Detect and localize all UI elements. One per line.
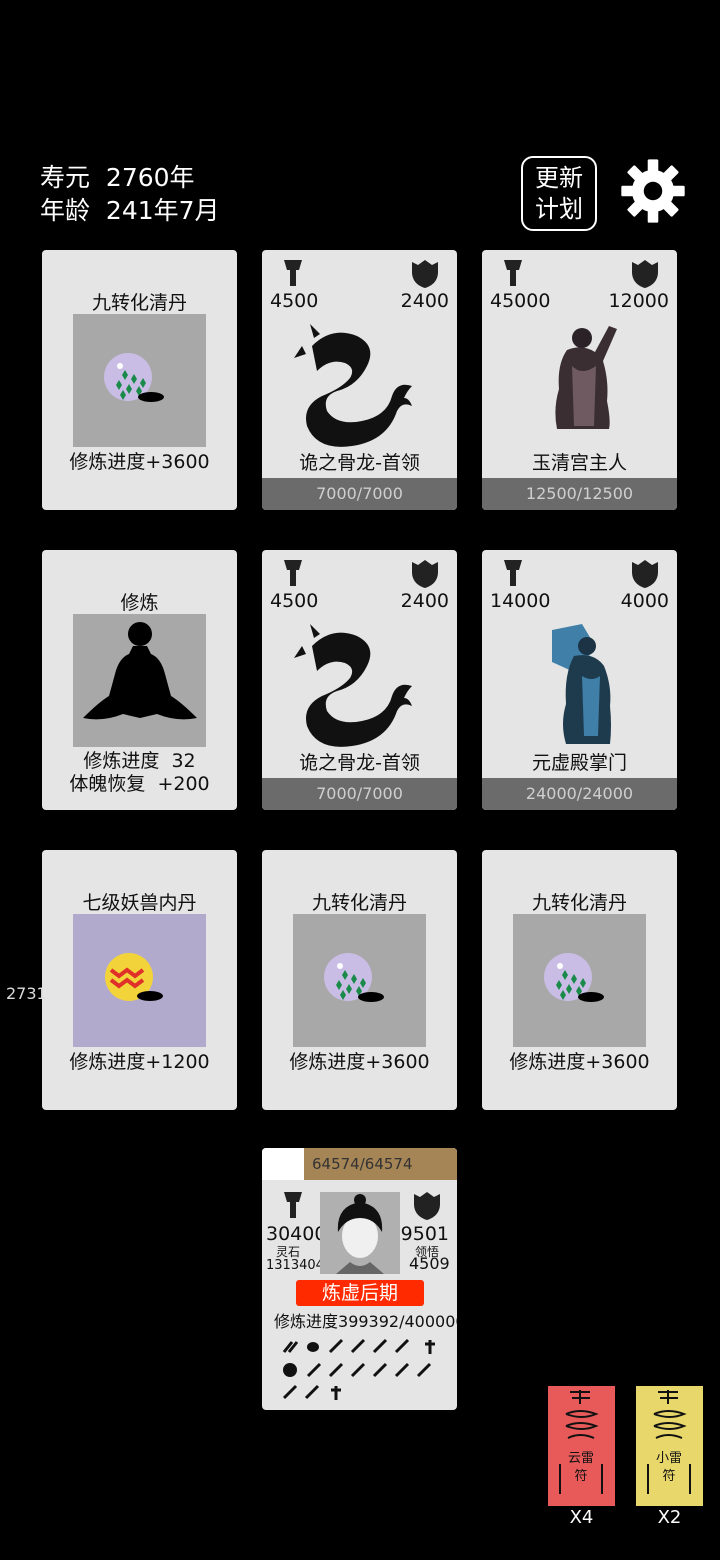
realm-badge: 炼虚后期: [296, 1280, 424, 1306]
card-effect: 修炼进度+3600: [69, 451, 210, 473]
enemy-defense: 2400: [400, 590, 449, 612]
enemy-name: 玉清宫主人: [531, 452, 627, 474]
green-pill-icon: [293, 914, 426, 1047]
enemy-hp-bar: 7000/7000: [262, 778, 457, 810]
update-button-line1: 更新: [535, 164, 583, 192]
lifespan-label: 寿元: [40, 163, 91, 192]
bone-dragon-icon: [294, 624, 412, 747]
enemy-name: 诡之骨龙-首领: [299, 452, 420, 474]
card-effect-recovery: 体魄恢复 +200: [69, 773, 210, 795]
defense-shield-icon: [412, 560, 438, 588]
enemy-defense: 12000: [608, 290, 669, 312]
update-plan-button[interactable]: 更新 计划: [521, 156, 597, 231]
card-title: 修炼: [120, 592, 159, 614]
update-button-line2: 计划: [535, 195, 583, 223]
age-row: 年龄 241年7月: [40, 191, 220, 227]
card-enemy-palace-master[interactable]: 45000 12000 玉清宫主人 12500/12500: [482, 250, 677, 510]
card-title: 七级妖兽内丹: [82, 892, 197, 914]
lifespan-value: 2760年: [105, 163, 195, 192]
talisman-count: X4: [569, 1507, 594, 1528]
card-effect: 修炼进度+1200: [69, 1051, 210, 1073]
card-enemy-sect-master[interactable]: 14000 4000 元虚殿掌门 24000/24000: [482, 550, 677, 810]
enemy-attack: 14000: [490, 590, 551, 612]
sect-master-icon: [552, 624, 611, 744]
enemy-attack: 4500: [270, 290, 319, 312]
avatar: [320, 1192, 400, 1274]
enemy-defense: 2400: [400, 290, 449, 312]
card-effect: 修炼进度+3600: [289, 1051, 430, 1073]
enemy-hp-bar: 24000/24000: [482, 778, 677, 810]
enemy-attack: 4500: [270, 590, 319, 612]
attack-sword-icon: [284, 260, 302, 286]
svg-text:小雷: 小雷: [656, 1451, 682, 1466]
enemy-defense: 4000: [620, 590, 669, 612]
lifespan-row: 寿元 2760年: [40, 158, 195, 194]
small-thunder-talisman-icon[interactable]: 小雷 符: [636, 1386, 703, 1506]
beast-core-icon: [73, 914, 206, 1047]
green-pill-icon: [73, 314, 206, 447]
card-enemy-bone-dragon[interactable]: 4500 2400 诡之骨龙-首领 7000/7000: [262, 550, 457, 810]
insight-value: 4509: [409, 1254, 450, 1273]
card-item-beast-core[interactable]: 七级妖兽内丹 修炼进度+1200: [42, 850, 237, 1110]
player-hp-bar: 64574/64574: [304, 1148, 457, 1180]
attack-sword-icon: [504, 260, 522, 286]
palace-master-icon: [555, 326, 617, 429]
player-defense: 9501: [400, 1223, 449, 1245]
enemy-hp-bar: 12500/12500: [482, 478, 677, 510]
defense-shield-icon: [632, 260, 658, 288]
player-attack: 30400: [266, 1223, 327, 1245]
spirit-stone-value: 1313404: [266, 1258, 324, 1273]
cloud-thunder-talisman-icon[interactable]: 云雷 符: [548, 1386, 615, 1506]
age-label: 年龄: [40, 196, 91, 225]
green-pill-icon: [513, 914, 646, 1047]
equipment-icons: [282, 1338, 435, 1400]
attack-sword-icon: [284, 1192, 302, 1218]
attack-sword-icon: [504, 560, 522, 586]
bone-dragon-icon: [294, 324, 412, 447]
progress-value: 399392/400000: [338, 1312, 457, 1331]
defense-shield-icon: [412, 260, 438, 288]
attack-sword-icon: [284, 560, 302, 586]
card-enemy-bone-dragon[interactable]: 4500 2400 诡之骨龙-首领 7000/7000: [262, 250, 457, 510]
card-title: 九转化清丹: [531, 892, 627, 914]
meditation-icon: [73, 614, 206, 747]
progress-label: 修炼进度: [274, 1312, 339, 1331]
card-action-cultivate[interactable]: 修炼 修炼进度 32 体魄恢复 +200: [42, 550, 237, 810]
age-value: 241年7月: [105, 196, 220, 225]
enemy-name: 诡之骨龙-首领: [299, 752, 420, 774]
card-title: 九转化清丹: [91, 292, 187, 314]
svg-text:符: 符: [574, 1468, 587, 1484]
card-item-pill[interactable]: 九转化清丹 修炼进度+3600: [262, 850, 457, 1110]
card-effect: 修炼进度+3600: [509, 1051, 650, 1073]
defense-shield-icon: [414, 1192, 440, 1220]
svg-text:云雷: 云雷: [568, 1451, 594, 1466]
talisman-count: X2: [657, 1507, 682, 1528]
side-counter: 2731: [6, 984, 47, 1003]
card-item-pill[interactable]: 九转化清丹 修炼进度+3600: [482, 850, 677, 1110]
card-item-pill[interactable]: 九转化清丹 修炼进度+3600: [42, 250, 237, 510]
enemy-name: 元虚殿掌门: [531, 752, 627, 774]
cultivation-progress: 修炼进度399392/400000: [274, 1308, 457, 1332]
settings-gear-icon[interactable]: [620, 158, 686, 224]
enemy-attack: 45000: [490, 290, 551, 312]
enemy-hp-bar: 7000/7000: [262, 478, 457, 510]
card-title: 九转化清丹: [311, 892, 407, 914]
defense-shield-icon: [632, 560, 658, 588]
svg-text:符: 符: [662, 1468, 675, 1484]
card-effect-progress: 修炼进度 32: [83, 750, 196, 772]
player-card[interactable]: 64574/64574 30400 9501 灵石 1313404 领悟 450…: [262, 1148, 457, 1410]
